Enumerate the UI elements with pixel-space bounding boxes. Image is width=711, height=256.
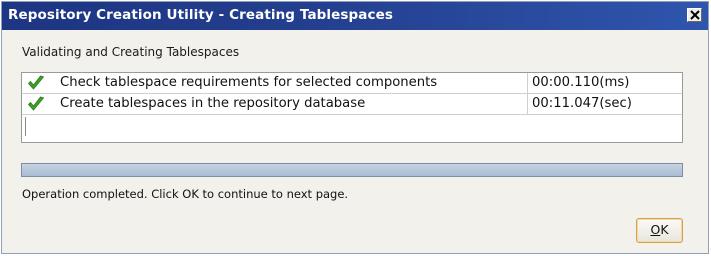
section-heading: Validating and Creating Tablespaces <box>22 45 240 59</box>
dialog-window: Repository Creation Utility - Creating T… <box>1 1 709 254</box>
close-button[interactable] <box>687 8 702 22</box>
ok-button[interactable]: OK <box>636 218 683 243</box>
status-message: Operation completed. Click OK to continu… <box>22 187 349 201</box>
column-divider <box>527 73 528 93</box>
check-icon <box>27 96 45 111</box>
task-table: Check tablespace requirements for select… <box>21 72 683 143</box>
progress-fill <box>22 164 682 176</box>
progress-bar <box>21 163 683 177</box>
ok-label-rest: K <box>660 222 669 237</box>
empty-row-marker <box>25 117 26 136</box>
window-title: Repository Creation Utility - Creating T… <box>8 7 394 23</box>
task-row[interactable]: Check tablespace requirements for select… <box>22 73 682 94</box>
column-divider <box>527 94 528 114</box>
task-name: Check tablespace requirements for select… <box>60 75 438 90</box>
title-bar[interactable]: Repository Creation Utility - Creating T… <box>2 2 708 30</box>
task-row[interactable]: Create tablespaces in the repository dat… <box>22 94 682 115</box>
task-time: 00:11.047(sec) <box>532 96 632 111</box>
close-icon <box>690 10 700 20</box>
check-icon <box>27 75 45 90</box>
ok-mnemonic: O <box>650 222 661 237</box>
task-time: 00:00.110(ms) <box>532 75 630 90</box>
task-name: Create tablespaces in the repository dat… <box>60 96 366 111</box>
